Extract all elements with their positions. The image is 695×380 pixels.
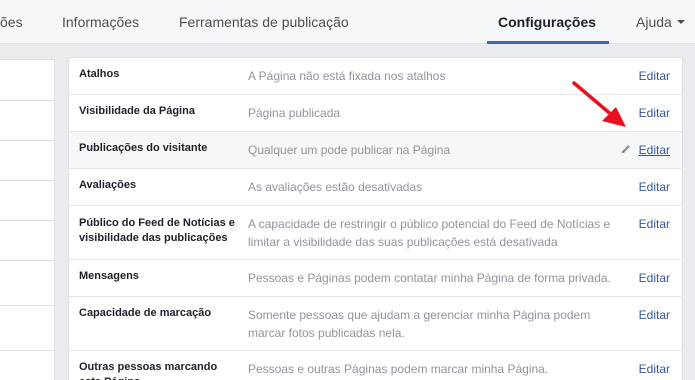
row-label: Capacidade de marcação (79, 307, 212, 319)
pencil-icon (622, 145, 630, 153)
edit-link[interactable]: Editar (639, 306, 670, 324)
edit-link[interactable]: Editar (639, 67, 670, 85)
tab-ajuda-label: Ajuda (636, 14, 672, 30)
settings-row-outras-pessoas-marcando[interactable]: Outras pessoas marcando esta Página Pess… (69, 351, 682, 380)
row-value: Pessoas e outras Páginas podem marcar mi… (248, 362, 549, 376)
sidebar-divider (0, 220, 55, 221)
row-label: Visibilidade da Página (79, 105, 195, 117)
tab-informacoes[interactable]: Informações (62, 0, 139, 44)
row-value: As avaliações estão desativadas (248, 180, 423, 194)
settings-row-feed-noticias[interactable]: Público do Feed de Notícias e visibilida… (69, 206, 682, 260)
sidebar-divider (0, 180, 55, 181)
edit-link[interactable]: Editar (639, 269, 670, 287)
row-value: A capacidade de restringir o público pot… (248, 217, 611, 249)
row-label: Público do Feed de Notícias e visibilida… (79, 217, 235, 244)
tab-publicacoes-partial[interactable]: ões (0, 0, 23, 44)
settings-row-mensagens[interactable]: Mensagens Pessoas e Páginas podem contat… (69, 260, 682, 297)
left-sidebar (0, 59, 55, 380)
edit-link[interactable]: Editar (639, 178, 670, 196)
row-label: Outras pessoas marcando esta Página (79, 361, 218, 380)
row-value: Pessoas e Páginas podem contatar minha P… (248, 271, 611, 285)
tab-configuracoes[interactable]: Configurações (498, 0, 596, 44)
row-value: Qualquer um pode publicar na Página (248, 143, 451, 157)
caret-down-icon (676, 20, 685, 25)
row-value: Somente pessoas que ajudam a gerenciar m… (248, 308, 591, 340)
sidebar-divider (0, 260, 55, 261)
row-label: Publicações do visitante (79, 142, 208, 154)
edit-link[interactable]: Editar (639, 104, 670, 122)
settings-row-avaliacoes[interactable]: Avaliações As avaliações estão desativad… (69, 169, 682, 206)
sidebar-divider (0, 140, 55, 141)
edit-link[interactable]: Editar (639, 215, 670, 233)
sidebar-divider (0, 350, 55, 351)
sidebar-divider (0, 100, 55, 101)
settings-row-capacidade-marcacao[interactable]: Capacidade de marcação Somente pessoas q… (69, 297, 682, 351)
red-arrow-annotation (572, 81, 626, 127)
page-top-nav: ões Informações Ferramentas de publicaçã… (0, 0, 695, 44)
row-label: Atalhos (79, 68, 120, 80)
row-label: Avaliações (79, 179, 137, 191)
tab-ajuda[interactable]: Ajuda (636, 0, 685, 44)
settings-row-publicacoes-visitante[interactable]: Publicações do visitante Qualquer um pod… (69, 132, 682, 169)
row-label: Mensagens (79, 270, 139, 282)
edit-link[interactable]: Editar (639, 141, 670, 159)
sidebar-divider (0, 305, 55, 306)
active-tab-indicator (487, 41, 609, 44)
tab-ferramentas-de-publicacao[interactable]: Ferramentas de publicação (179, 0, 349, 44)
edit-link[interactable]: Editar (639, 360, 670, 378)
